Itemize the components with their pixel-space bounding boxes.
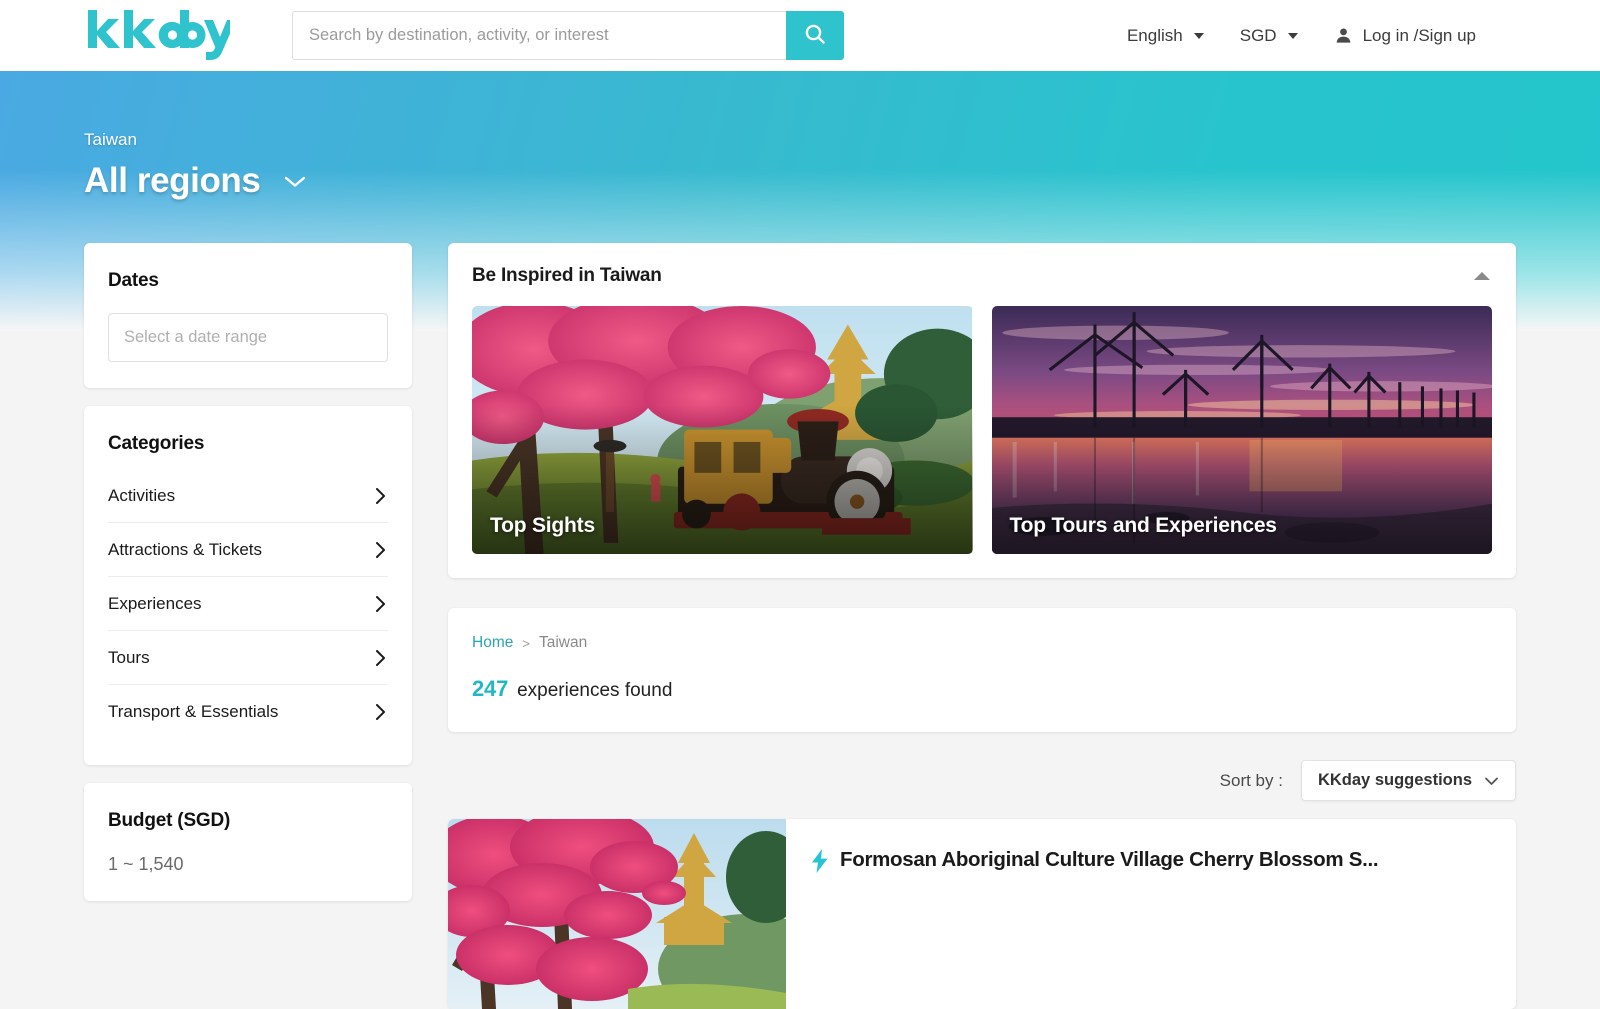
- currency-selector[interactable]: SGD: [1222, 26, 1316, 46]
- breadcrumb: Home > Taiwan: [472, 634, 1492, 652]
- language-selector[interactable]: English: [1109, 26, 1222, 46]
- account-login-button[interactable]: Log in /Sign up: [1316, 26, 1494, 46]
- category-item-transport-essentials[interactable]: Transport & Essentials: [108, 685, 388, 739]
- collapse-section-icon[interactable]: [1474, 272, 1490, 280]
- budget-filter-card: Budget (SGD) 1 ~ 1,540: [84, 783, 412, 901]
- currency-label: SGD: [1239, 25, 1277, 45]
- category-item-attractions-tickets[interactable]: Attractions & Tickets: [108, 523, 388, 577]
- inspire-tiles: Top Sights Top Tours and Experiences: [472, 306, 1492, 554]
- results-count-number: 247: [472, 676, 509, 701]
- product-thumbnail: [448, 819, 838, 1009]
- chevron-right-icon: [375, 649, 388, 667]
- breadcrumb-separator-icon: >: [522, 635, 530, 651]
- product-info: Formosan Aboriginal Culture Village Cher…: [786, 819, 1516, 1009]
- category-label: Attractions & Tickets: [108, 539, 262, 559]
- category-label: Activities: [108, 485, 176, 505]
- sort-controls: Sort by : KKday suggestions: [448, 760, 1516, 801]
- date-range-input[interactable]: [108, 313, 388, 362]
- be-inspired-card: Be Inspired in Taiwan Top Sights Top Tou…: [448, 243, 1516, 578]
- sort-by-select[interactable]: KKday suggestions: [1300, 760, 1516, 801]
- category-item-experiences[interactable]: Experiences: [108, 577, 388, 631]
- sort-by-value: KKday suggestions: [1317, 771, 1472, 789]
- be-inspired-title: Be Inspired in Taiwan: [472, 265, 662, 286]
- breadcrumb-current: Taiwan: [538, 634, 588, 651]
- categories-filter-title: Categories: [108, 433, 205, 454]
- chevron-down-icon: [1484, 776, 1499, 786]
- budget-filter-title: Budget (SGD): [108, 810, 231, 831]
- results-count-label: experiences found: [517, 680, 673, 701]
- chevron-down-icon: [1193, 32, 1204, 39]
- category-list: Activities Attractions & Tickets Experie…: [108, 469, 388, 739]
- breadcrumb-home-link[interactable]: Home: [472, 634, 513, 652]
- dates-filter-title: Dates: [108, 270, 159, 291]
- chevron-right-icon: [375, 703, 388, 721]
- results-summary-card: Home > Taiwan 247 experiences found: [448, 608, 1516, 732]
- site-header: English SGD Log in /Sign up: [0, 0, 1600, 71]
- category-label: Tours: [108, 647, 150, 667]
- page-body: Dates Categories Activities Attractions …: [0, 71, 1600, 1009]
- results-count-row: 247 experiences found: [472, 676, 1492, 702]
- category-label: Experiences: [108, 593, 202, 613]
- be-inspired-header: Be Inspired in Taiwan: [472, 265, 1492, 287]
- inspire-tile-top-sights[interactable]: Top Sights: [472, 306, 973, 554]
- product-title: Formosan Aboriginal Culture Village Cher…: [840, 848, 1379, 871]
- language-label: English: [1126, 25, 1183, 45]
- category-label: Transport & Essentials: [108, 702, 279, 721]
- person-icon: [1334, 26, 1353, 45]
- sort-by-label: Sort by :: [1219, 770, 1283, 790]
- budget-range-value: 1 ~ 1,540: [108, 854, 184, 874]
- tile-label: Top Tours and Experiences: [1009, 514, 1277, 537]
- kkday-logo[interactable]: [84, 0, 230, 69]
- search-icon: [803, 22, 827, 49]
- category-item-activities[interactable]: Activities: [108, 469, 388, 523]
- category-item-tours[interactable]: Tours: [108, 631, 388, 685]
- header-actions: English SGD Log in /Sign up: [1109, 26, 1600, 46]
- product-card[interactable]: Formosan Aboriginal Culture Village Cher…: [448, 819, 1516, 1009]
- dates-filter-card: Dates: [84, 243, 412, 388]
- results-main: Be Inspired in Taiwan Top Sights Top Tou…: [448, 243, 1516, 1009]
- tile-label: Top Sights: [490, 514, 595, 537]
- chevron-right-icon: [375, 595, 388, 613]
- search-button[interactable]: [786, 11, 844, 60]
- chevron-down-icon: [1287, 32, 1298, 39]
- search-input[interactable]: [292, 11, 786, 60]
- instant-confirmation-bolt-icon: [812, 849, 828, 878]
- account-label: Log in /Sign up: [1362, 25, 1476, 45]
- chevron-right-icon: [375, 541, 388, 559]
- categories-filter-card: Categories Activities Attractions & Tick…: [84, 406, 412, 765]
- chevron-right-icon: [375, 487, 388, 505]
- search-bar: [292, 11, 844, 60]
- inspire-tile-top-tours-and-experiences[interactable]: Top Tours and Experiences: [991, 306, 1492, 554]
- filters-sidebar: Dates Categories Activities Attractions …: [84, 243, 412, 919]
